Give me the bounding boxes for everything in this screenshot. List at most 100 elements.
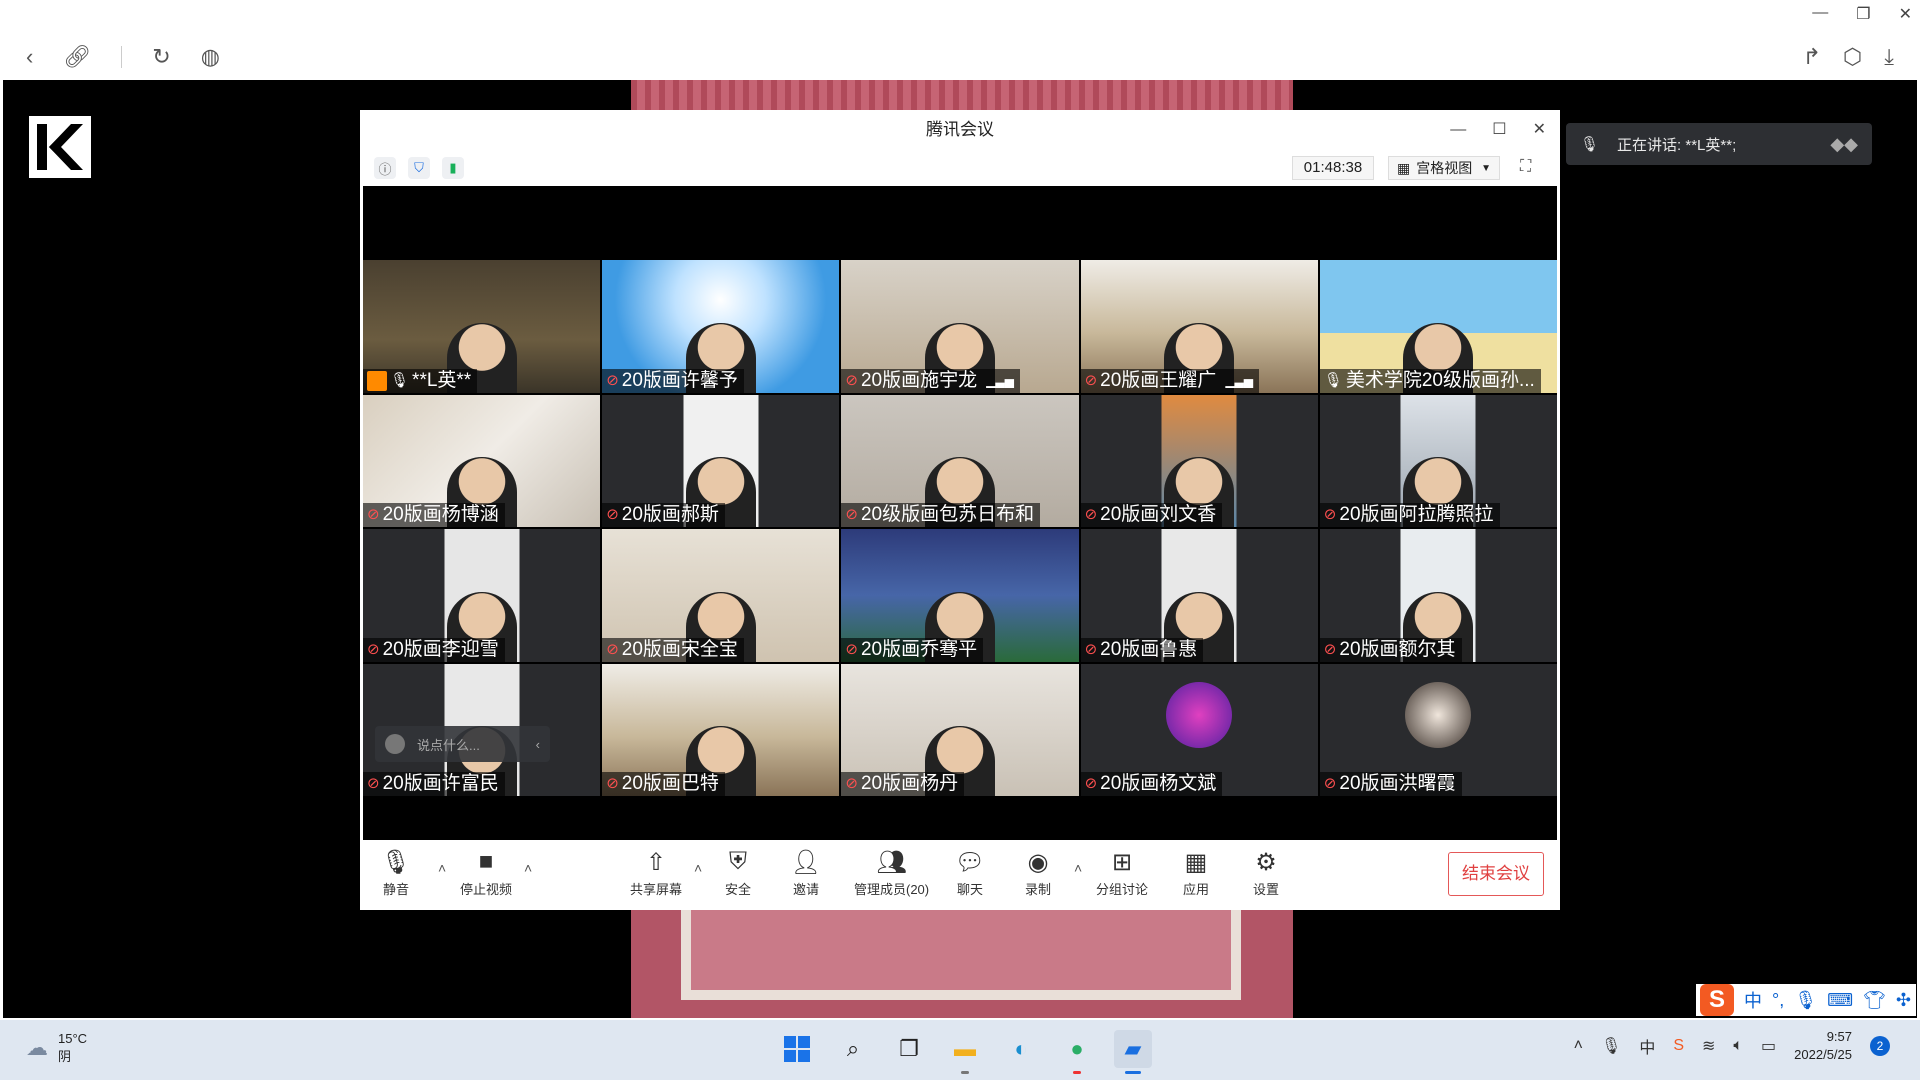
nav-separator [121,46,123,68]
participant-tile[interactable]: ⊘ 20版画巴特 [602,663,840,796]
avatar [1405,681,1472,748]
sogou-tray-icon[interactable]: S [1673,1037,1684,1055]
video-options-caret[interactable]: ˄ [524,860,532,876]
skin-icon[interactable]: 👕︎ [1863,990,1886,1011]
participant-tile[interactable]: ⊘ 20版画额尔其 [1319,529,1557,662]
keyboard-icon[interactable]: ⌨ [1827,990,1853,1011]
participant-tile[interactable]: ⊘ 20版画王耀广 ▁▃▅ [1080,260,1318,393]
browser-nav: ‹ 🔗︎ ↻ ◍ [26,44,220,70]
fullscreen-icon[interactable]: ⛶ [1520,158,1540,178]
search-button[interactable]: ⌕ [834,1030,872,1068]
signal-icon[interactable]: ▮ [442,157,464,179]
share-screen-button[interactable]: ⇧ 共享屏幕 [630,848,682,898]
manage-members-button[interactable]: 👥︎ 管理成员(20) [854,848,929,898]
participant-tile[interactable]: ⊘ 20版画刘文香 [1080,394,1318,527]
record-button[interactable]: ◉ 录制 [1024,848,1052,898]
wifi-icon[interactable]: ≋ [1702,1036,1715,1056]
chevron-left-icon[interactable]: ‹ [536,737,540,752]
globe-icon[interactable]: ◍ [201,44,220,70]
participant-name: 20版画洪曙霞 [1339,773,1456,794]
participant-namebar: ⊘ 20版画洪曙霞 [1319,772,1462,796]
link-icon[interactable]: 🔗︎ [63,44,91,70]
chevron-up-icon[interactable]: ˄ [1574,1037,1583,1055]
close-icon[interactable]: ✕ [1533,110,1546,150]
mic-muted-icon: ⊘ [367,506,380,523]
info-icon[interactable]: ⓘ [374,157,396,179]
mute-button[interactable]: 🎙︎ 静音 [381,848,411,898]
emoji-icon[interactable] [385,734,405,754]
maximize-icon[interactable]: ☐ [1492,110,1506,150]
task-view-button[interactable]: ❐ [890,1030,928,1068]
record-options-caret[interactable]: ˄ [1074,860,1082,876]
folder-icon: ▬ [954,1036,976,1061]
participant-tile[interactable]: ⊘ 20版画阿拉腾照拉 [1319,394,1557,527]
participant-tile[interactable]: ⊘ 20版画乔骞平 [841,529,1079,662]
participant-tile[interactable]: ⊘ 20版画施宇龙 ▁▃▅ [841,260,1079,393]
participant-tile[interactable]: ⊘ 20版画郝斯 [602,394,840,527]
tencent-meeting-button[interactable]: ▰ [1114,1030,1152,1074]
clock[interactable]: 9:57 2022/5/25 [1794,1028,1852,1064]
participant-tile[interactable]: ⊘ 20版画杨丹 [841,663,1079,796]
weather-widget[interactable]: ☁ 15°C 阴 [26,1030,87,1066]
stop-video-button[interactable]: ■ 停止视频 [460,848,512,898]
ime-tray-icon[interactable]: 中 [1639,1034,1655,1058]
chat-quick-input[interactable]: 说点什么... ‹ [375,726,550,762]
refresh-icon[interactable]: ↻ [152,44,170,70]
mute-options-caret[interactable]: ˄ [438,860,446,876]
mic-muted-icon: ⊘ [1323,506,1337,523]
apps-button[interactable]: ▦ 应用 [1182,848,1210,898]
sogou-icon[interactable]: S [1700,984,1734,1016]
download-icon[interactable]: ⤓ [1884,44,1894,70]
participant-namebar: 🎙︎ **L英** [363,368,478,393]
close-button[interactable]: ✕ [1899,4,1912,24]
ime-mode[interactable]: 中 [1744,987,1762,1013]
cube-icon[interactable]: ⬡ [1843,44,1862,70]
toolbox-icon[interactable]: ✣ [1896,990,1911,1011]
clock-time: 9:57 [1826,1029,1852,1044]
invite-button[interactable]: 👤︎ 邀请 [791,848,821,898]
clock-date: 2022/5/25 [1794,1047,1852,1062]
file-explorer-button[interactable]: ▬ [946,1030,984,1074]
end-meeting-button[interactable]: 结束会议 [1448,852,1544,896]
video-area: 🎙︎ **L英** ⊘ 20版画许馨予 ⊘ 20版画施宇龙 ▁▃▅ ⊘ 20版画王耀广 ▁▃▅ 🎙︎… [363,186,1557,840]
wechat-button[interactable]: ● [1058,1030,1096,1074]
manage-members-label: 管理成员(20) [854,882,930,897]
participant-tile[interactable]: ⊘ 20版画许馨予 [602,260,840,393]
participant-tile[interactable]: 🎙︎ 美术学院20级版画孙... [1319,260,1557,393]
security-label: 安全 [724,882,751,897]
edge-button[interactable]: ◐ [1002,1030,1040,1068]
start-button[interactable] [778,1030,816,1068]
participant-namebar: ⊘ 20版画施宇龙 ▁▃▅ [841,368,1020,393]
chat-button[interactable]: 💬︎ 聊天 [955,848,985,898]
share-options-caret[interactable]: ˄ [694,860,702,876]
battery-icon[interactable]: ▭ [1761,1036,1776,1056]
participant-tile[interactable]: ⊘ 20版画宋全宝 [602,529,840,662]
meeting-titlebar: 腾讯会议 — ☐ ✕ [360,110,1560,150]
speaker-icon[interactable]: 🔈︎ [1733,1037,1743,1055]
voice-input-icon[interactable]: 🎙︎ [1794,990,1817,1011]
participant-name: 20版画阿拉腾照拉 [1339,504,1494,525]
minimize-button[interactable]: — [1812,4,1828,24]
security-button[interactable]: ⛨ 安全 [724,848,752,898]
minimize-icon[interactable]: — [1450,110,1466,150]
mic-muted-icon: ⊘ [845,506,858,523]
participant-tile[interactable]: 🎙︎ **L英** [363,260,601,393]
punctuation-icon[interactable]: °, [1772,990,1784,1011]
participant-name: 20版画王耀广 [1100,369,1217,391]
notification-badge[interactable]: 2 [1870,1036,1890,1056]
participant-tile[interactable]: ⊘ 20版画洪曙霞 [1319,663,1557,796]
view-mode-select[interactable]: ▦ 宫格视图 ▼ [1388,156,1500,180]
share-icon[interactable]: ↱ [1803,44,1821,70]
participant-tile[interactable]: ⊘ 20版画杨文斌 [1080,663,1318,796]
settings-button[interactable]: ⚙ 设置 [1252,848,1280,898]
restore-button[interactable]: ❐ [1856,4,1870,24]
participant-tile[interactable]: ⊘ 20级版画包苏日布和 [841,394,1079,527]
participant-tile[interactable]: ⊘ 20版画李迎雪 [363,529,601,662]
participant-tile[interactable]: ⊘ 20版画鲁惠 [1080,529,1318,662]
participant-tile[interactable]: ⊘ 20版画杨博涵 [363,394,601,527]
breakout-button[interactable]: ⊞ 分组讨论 [1096,848,1148,898]
browser-tools: ↱ ⬡ ⤓ [1803,44,1894,70]
shield-icon[interactable]: ⛉ [408,157,430,179]
microphone-tray-icon[interactable]: 🎙︎ [1601,1036,1621,1056]
back-icon[interactable]: ‹ [26,44,33,70]
